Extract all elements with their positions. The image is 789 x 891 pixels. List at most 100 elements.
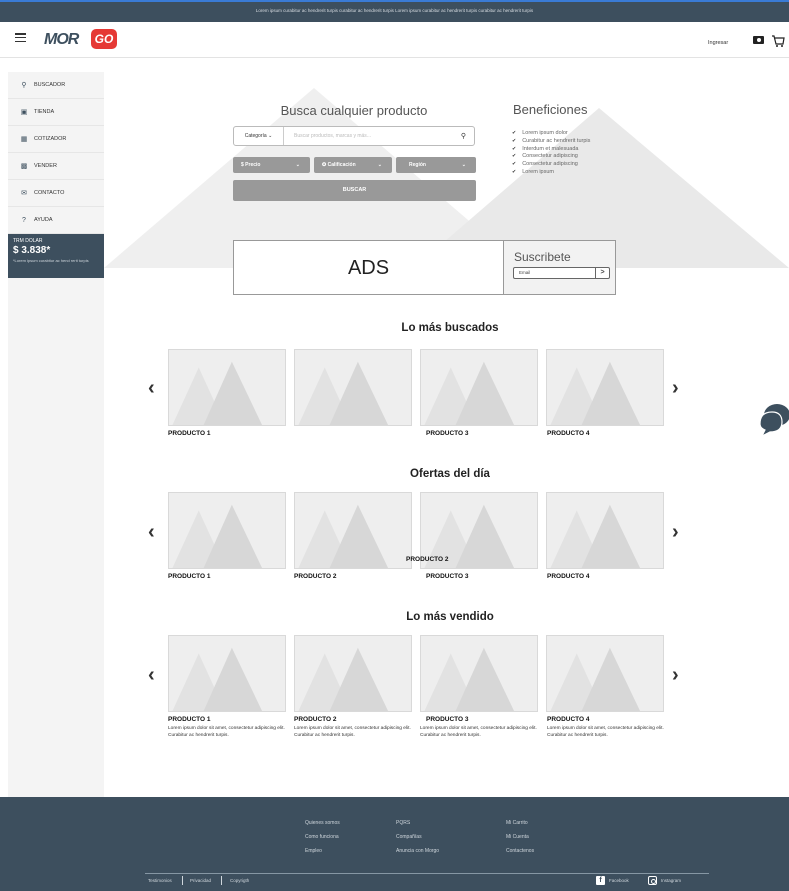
product-name[interactable]: PRODUCTO 1 bbox=[168, 430, 211, 437]
footer-link[interactable]: Empleo bbox=[305, 848, 322, 854]
carousel-next-button[interactable]: › bbox=[672, 378, 679, 398]
product-card[interactable] bbox=[294, 492, 412, 569]
benefit-item: Curabitur ac hendrerit turpis bbox=[512, 138, 590, 146]
login-link[interactable]: Ingresar bbox=[708, 40, 728, 46]
product-card[interactable] bbox=[420, 349, 538, 426]
carousel-prev-button[interactable]: ‹ bbox=[148, 665, 155, 685]
product-image bbox=[172, 504, 263, 568]
logo-text: MOR bbox=[44, 31, 79, 48]
product-card[interactable] bbox=[546, 349, 664, 426]
product-card[interactable] bbox=[168, 349, 286, 426]
product-card[interactable] bbox=[294, 349, 412, 426]
footer-link[interactable]: Como funciona bbox=[305, 834, 339, 840]
footer-bottom-link[interactable]: Copyrigth bbox=[230, 878, 249, 883]
benefit-item: Consectetur adipiscing bbox=[512, 153, 590, 161]
sidebar-item-buscador[interactable]: ⚲ BUSCADOR bbox=[8, 72, 104, 99]
instagram-icon[interactable] bbox=[648, 876, 657, 885]
benefits-list: Lorem ipsum dolor Curabitur ac hendrerit… bbox=[512, 130, 590, 177]
product-image bbox=[298, 361, 389, 425]
logo[interactable]: MOR GO bbox=[38, 27, 118, 51]
sidebar-item-contacto[interactable]: ✉ CONTACTO bbox=[8, 180, 104, 207]
product-name[interactable]: PRODUCTO 2 bbox=[294, 573, 337, 580]
search-bar[interactable]: Categoría ⌄ Buscar productos, marcas y m… bbox=[233, 126, 475, 146]
search-title: Busca cualquier producto bbox=[280, 103, 428, 118]
carousel-next-button[interactable]: › bbox=[672, 522, 679, 542]
product-card[interactable] bbox=[420, 635, 538, 712]
search-input[interactable]: Buscar productos, marcas y más... bbox=[294, 133, 371, 139]
sidebar-background bbox=[8, 277, 104, 797]
cash-icon[interactable] bbox=[753, 36, 764, 44]
promo-text: Lorem ipsum curabitur ac hendrerit turpi… bbox=[255, 8, 534, 13]
trm-value: $ 3.838* bbox=[13, 245, 51, 256]
product-image bbox=[550, 361, 641, 425]
product-name[interactable]: PRODUCTO 4 bbox=[547, 716, 590, 723]
footer-link[interactable]: Mi Cuenta bbox=[506, 834, 529, 840]
ads-banner[interactable]: ADS bbox=[233, 240, 504, 295]
product-image bbox=[550, 504, 641, 568]
footer-bottom-link[interactable]: Privacidad bbox=[190, 878, 211, 883]
sidebar-item-label: CONTACTO bbox=[34, 190, 65, 196]
sidebar-item-label: AYUDA bbox=[34, 217, 53, 223]
product-card[interactable] bbox=[168, 635, 286, 712]
email-field[interactable]: Email > bbox=[513, 267, 610, 279]
product-image bbox=[424, 361, 515, 425]
footer-link[interactable]: Contactenos bbox=[506, 848, 534, 854]
benefit-item: Lorem ipsum dolor bbox=[512, 130, 590, 138]
facebook-link[interactable]: Facebook bbox=[609, 878, 629, 883]
footer-link[interactable]: Mi Carrito bbox=[506, 820, 528, 826]
benefit-item: Consectetur adipiscing bbox=[512, 161, 590, 169]
product-name[interactable]: PRODUCTO 4 bbox=[547, 573, 590, 580]
cart-icon[interactable] bbox=[771, 34, 785, 48]
region-filter[interactable]: Región ⌄ bbox=[396, 157, 476, 173]
sidebar-item-tienda[interactable]: ▣ TIENDA bbox=[8, 99, 104, 126]
help-icon: ? bbox=[22, 216, 26, 224]
product-card[interactable] bbox=[168, 492, 286, 569]
category-dropdown[interactable]: Categoría ⌄ bbox=[234, 127, 284, 145]
email-placeholder: Email bbox=[519, 270, 531, 275]
footer-bottom-link[interactable]: Testimonios bbox=[148, 878, 172, 883]
subscribe-box: Suscribete Email > bbox=[503, 240, 616, 295]
section-title-best-sellers: Lo más vendido bbox=[406, 611, 494, 623]
section-title-daily-offers: Ofertas del día bbox=[410, 468, 490, 480]
footer-link[interactable]: Anuncia con Morgo bbox=[396, 848, 439, 854]
search-button[interactable]: BUSCAR bbox=[233, 180, 476, 201]
section-title-most-searched: Lo más buscados bbox=[401, 322, 499, 334]
trm-note: *Lorem ipsum curabitur ac hend rerit tur… bbox=[13, 258, 89, 263]
product-name[interactable]: PRODUCTO 3 bbox=[426, 430, 469, 437]
sidebar-item-label: COTIZADOR bbox=[34, 136, 67, 142]
carousel-prev-button[interactable]: ‹ bbox=[148, 522, 155, 542]
product-card[interactable] bbox=[294, 635, 412, 712]
footer-link[interactable]: Quienes somos bbox=[305, 820, 340, 826]
product-name[interactable]: PRODUCTO 2 bbox=[294, 716, 337, 723]
product-name[interactable]: PRODUCTO 1 bbox=[168, 573, 211, 580]
chat-icon[interactable] bbox=[758, 402, 789, 438]
benefits-title: Beneficiones bbox=[513, 102, 588, 117]
product-description: Lorem ipsum dolor sit amet, consectetur … bbox=[168, 726, 285, 738]
sidebar-item-cotizador[interactable]: ▦ COTIZADOR bbox=[8, 126, 104, 153]
instagram-link[interactable]: Instagram bbox=[661, 878, 681, 883]
sidebar-item-ayuda[interactable]: ? AYUDA bbox=[8, 207, 104, 234]
sidebar-item-label: VENDER bbox=[34, 163, 57, 169]
trm-label: TRM DOLAR bbox=[13, 238, 43, 244]
product-name[interactable]: PRODUCTO 3 bbox=[426, 573, 469, 580]
product-card[interactable] bbox=[546, 635, 664, 712]
carousel-prev-button[interactable]: ‹ bbox=[148, 378, 155, 398]
footer-link[interactable]: PQRS bbox=[396, 820, 410, 826]
facebook-icon[interactable]: f bbox=[596, 876, 605, 885]
product-name[interactable]: PRODUCTO 3 bbox=[426, 716, 469, 723]
promo-bar: Lorem ipsum curabitur ac hendrerit turpi… bbox=[0, 0, 789, 22]
benefit-item: Lorem ipsum bbox=[512, 169, 590, 177]
footer-link[interactable]: Compañías bbox=[396, 834, 422, 840]
product-card[interactable] bbox=[546, 492, 664, 569]
carousel-next-button[interactable]: › bbox=[672, 665, 679, 685]
product-name[interactable]: PRODUCTO 4 bbox=[547, 430, 590, 437]
product-name[interactable]: PRODUCTO 1 bbox=[168, 716, 211, 723]
menu-icon[interactable] bbox=[15, 33, 26, 43]
price-filter[interactable]: $ Precio ⌄ bbox=[233, 157, 310, 173]
rating-filter[interactable]: ✪ Calificación ⌄ bbox=[314, 157, 392, 173]
sidebar-item-vender[interactable]: ▩ VENDER bbox=[8, 153, 104, 180]
chevron-down-icon: ⌄ bbox=[461, 162, 466, 168]
submit-button[interactable]: > bbox=[595, 268, 609, 278]
product-description: Lorem ipsum dolor sit amet, consectetur … bbox=[420, 726, 537, 738]
search-icon[interactable]: ⚲ bbox=[461, 132, 466, 140]
